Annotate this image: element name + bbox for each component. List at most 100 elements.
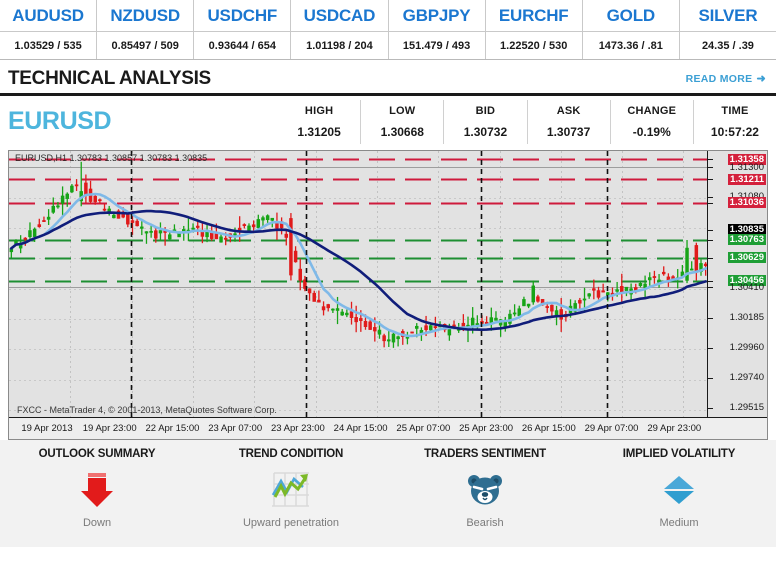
section-header: TECHNICAL ANALYSIS READ MORE ➜ (0, 60, 776, 96)
price-axis-label: 1.31211 (728, 173, 766, 185)
price-axis-tick (708, 408, 713, 409)
quote-value: 1.30737 (546, 124, 591, 139)
price-axis-tick (708, 240, 713, 241)
ticker-symbol[interactable]: USDCHF (194, 0, 291, 32)
indicator-panel: OUTLOOK SUMMARY Down TREND CONDITION Upw… (0, 440, 776, 547)
indicator-title: TREND CONDITION (238, 448, 344, 460)
price-axis-label: 1.31300 (729, 161, 764, 173)
ticker-price: 24.35 / .39 (701, 39, 754, 52)
ticker-item[interactable]: GBPJPY 151.479 / 493 (388, 0, 486, 59)
indicator-value: Medium (659, 517, 699, 529)
ticker-symbol[interactable]: NZDUSD (97, 0, 194, 32)
price-axis-tick (708, 348, 713, 349)
chart-canvas (9, 151, 707, 417)
currency-pair-title: EURUSD (8, 107, 112, 135)
time-axis-label: 19 Apr 23:00 (82, 423, 137, 434)
indicator-outlook-summary: OUTLOOK SUMMARY Down (0, 448, 194, 547)
ticker-price: 1473.36 / .81 (598, 39, 663, 52)
ticker-item[interactable]: USDCHF 0.93644 / 654 (194, 0, 292, 59)
ticker-item[interactable]: NZDUSD 0.85497 / 509 (97, 0, 195, 59)
price-axis-tick (708, 281, 713, 282)
quote-value: 1.31205 (297, 124, 341, 139)
time-axis-label: 22 Apr 15:00 (145, 423, 200, 434)
time-axis: 19 Apr 2013 19 Apr 23:00 22 Apr 15:00 23 Ap… (9, 417, 767, 439)
chart-caption: EURUSD,H1 1.30783 1.30857 1.30783 1.3083… (15, 153, 208, 163)
price-axis-tick (708, 378, 713, 379)
price-axis-tick (708, 230, 713, 231)
ticker-symbol[interactable]: GOLD (582, 0, 679, 32)
price-axis-label: 1.29515 (729, 402, 764, 414)
ticker-price: 0.85497 / 509 (111, 39, 179, 52)
ticker-symbol[interactable]: GBPJPY (388, 0, 485, 32)
trend-chart-icon (270, 469, 312, 511)
ticker-symbol[interactable]: USDCAD (291, 0, 388, 32)
indicator-value: Upward penetration (242, 517, 339, 529)
time-axis-label: 29 Apr 07:00 (584, 423, 639, 434)
indicator-value: Down (82, 517, 112, 529)
quote-field-low: LOW 1.30668 (360, 99, 443, 144)
time-axis-label: 24 Apr 15:00 (333, 423, 388, 434)
indicator-value: Bearish (466, 517, 504, 529)
bear-icon (467, 469, 503, 511)
ticker-symbol[interactable]: SILVER (679, 0, 776, 32)
price-chart[interactable]: EURUSD,H1 1.30783 1.30857 1.30783 1.3083… (8, 150, 768, 440)
down-arrow-icon (80, 469, 114, 511)
time-axis-label: 25 Apr 23:00 (459, 423, 514, 434)
quote-label: TIME (721, 104, 749, 117)
ticker-price: 151.479 / 493 (402, 39, 471, 52)
indicator-traders-sentiment: TRADERS SENTIMENT Bearish (388, 448, 582, 547)
ticker-price: 1.22520 / 530 (500, 39, 568, 52)
ticker-price: 1.01198 / 204 (306, 39, 373, 52)
price-axis-tick (708, 318, 713, 319)
time-axis-label: 19 Apr 2013 (21, 423, 73, 434)
quote-field-change: CHANGE -0.19% (609, 99, 693, 144)
price-axis-label: 1.30410 (729, 281, 764, 293)
price-axis-label: 1.31036 (727, 197, 766, 209)
quote-fields: HIGH 1.31205 LOW 1.30668 BID 1.30732 ASK… (278, 99, 776, 144)
quote-label: ASK (556, 104, 581, 117)
quote-field-high: HIGH 1.31205 (278, 100, 360, 144)
time-axis-label: 23 Apr 07:00 (208, 423, 263, 434)
time-axis-label: 26 Apr 15:00 (521, 423, 576, 434)
indicator-title: IMPLIED VOLATILITY (622, 448, 736, 460)
time-axis-label: 23 Apr 23:00 (270, 423, 325, 434)
read-more-link[interactable]: READ MORE ➜ (686, 72, 766, 86)
ticker-item[interactable]: USDCAD 1.01198 / 204 (291, 0, 389, 59)
ticker-bar: AUDUSD 1.03529 / 535 NZDUSD 0.85497 / 50… (0, 0, 776, 60)
price-axis-label: 1.29740 (729, 372, 764, 384)
time-axis-label: 25 Apr 07:00 (396, 423, 451, 434)
price-axis-label: 1.30763 (727, 234, 766, 246)
ticker-item[interactable]: EURCHF 1.22520 / 530 (485, 0, 583, 59)
diamond-icon (662, 469, 696, 511)
quote-field-bid: BID 1.30732 (443, 99, 526, 144)
price-axis-label: 1.29960 (729, 342, 764, 354)
ticker-symbol[interactable]: AUDUSD (0, 0, 97, 32)
indicator-title: OUTLOOK SUMMARY (38, 448, 156, 460)
quote-field-time: TIME 10:57:22 (692, 99, 776, 144)
indicator-implied-volatility: IMPLIED VOLATILITY Medium (582, 448, 776, 547)
chart-plot-area[interactable] (9, 151, 707, 417)
time-axis-label: 29 Apr 23:00 (647, 423, 702, 434)
ticker-price: 0.93644 / 654 (208, 39, 276, 52)
quote-label: LOW (389, 104, 416, 117)
quote-label: BID (475, 104, 496, 117)
arrow-right-icon: ➜ (756, 73, 766, 85)
price-axis-tick (708, 159, 713, 160)
price-axis-tick (708, 258, 713, 259)
price-axis-tick (708, 287, 713, 288)
ticker-item[interactable]: GOLD 1473.36 / .81 (582, 0, 680, 59)
chart-credit: FXCC - MetaTrader 4, © 2001-2013, MetaQu… (17, 405, 277, 415)
indicator-title: TRADERS SENTIMENT (424, 448, 546, 460)
quote-value: 1.30668 (380, 124, 424, 139)
ticker-item[interactable]: SILVER 24.35 / .39 (679, 0, 776, 59)
price-axis-tick (708, 167, 713, 168)
quote-value: -0.19% (632, 124, 671, 139)
quote-label: HIGH (304, 104, 334, 117)
ticker-item[interactable]: AUDUSD 1.03529 / 535 (0, 0, 98, 59)
price-axis-label: 1.30629 (727, 252, 766, 264)
indicator-trend-condition: TREND CONDITION Upward penetration (194, 448, 388, 547)
price-axis-label: 1.30185 (729, 312, 764, 324)
ticker-symbol[interactable]: EURCHF (485, 0, 582, 32)
price-axis-tick (708, 197, 713, 198)
price-axis[interactable]: 1.313581.313001.312111.310801.310361.308… (707, 151, 767, 417)
